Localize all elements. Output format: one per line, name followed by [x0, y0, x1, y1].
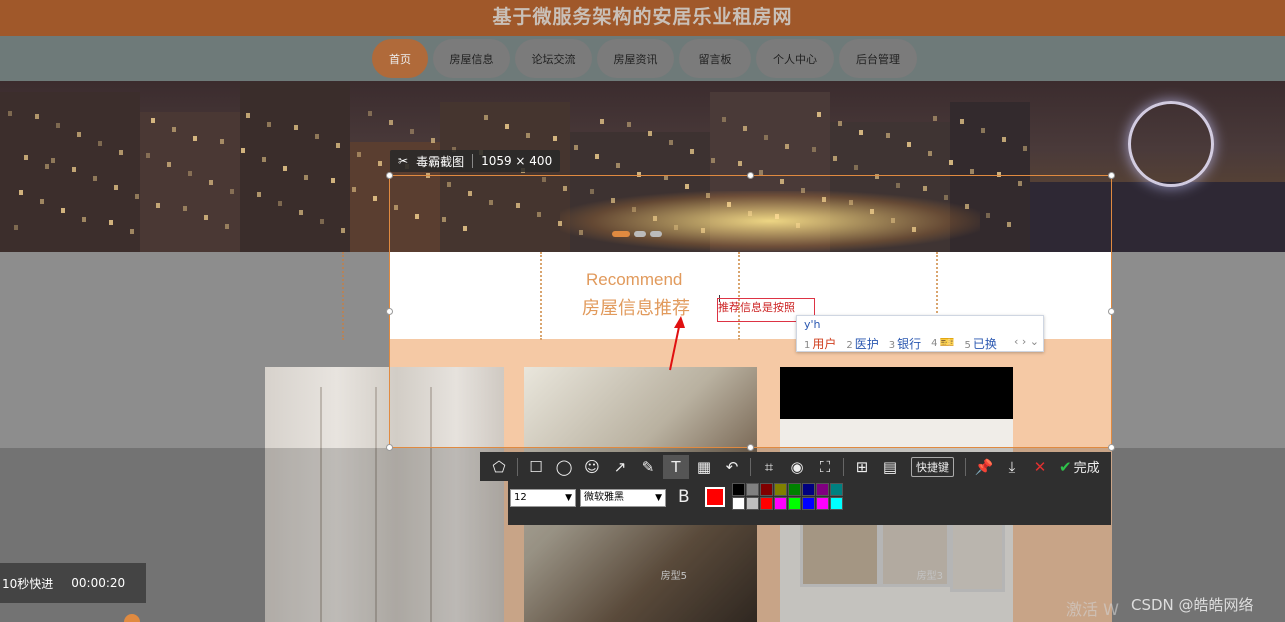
- ime-candidate[interactable]: 1 用户: [804, 335, 836, 352]
- record-icon[interactable]: ◉: [784, 455, 810, 479]
- undo-icon[interactable]: ↶: [719, 455, 745, 479]
- font-family-select[interactable]: 微软雅黑 ▼: [580, 489, 666, 507]
- resize-handle-t[interactable]: [747, 172, 754, 179]
- ime-page-controls[interactable]: ‹ › ⌄: [1014, 335, 1039, 348]
- ime-candidate[interactable]: 3 银行: [889, 335, 921, 352]
- ime-candidate[interactable]: 5 已换: [965, 335, 997, 352]
- rectangle-icon[interactable]: ☐: [523, 455, 549, 479]
- done-label: 完成: [1073, 461, 1100, 476]
- pin-icon[interactable]: 📌: [971, 455, 997, 479]
- color-swatch[interactable]: [760, 497, 773, 510]
- marker-icon[interactable]: ✎: [635, 455, 661, 479]
- bold-button[interactable]: B: [678, 487, 690, 507]
- color-swatch[interactable]: [816, 497, 829, 510]
- color-swatch[interactable]: [788, 483, 801, 496]
- nav-item-house-news[interactable]: 房屋资讯: [597, 39, 674, 78]
- nav-item-message-board[interactable]: 留言板: [679, 39, 751, 78]
- mosaic-icon[interactable]: ▦: [691, 455, 717, 479]
- capture-toolbar: ⬠ ☐ ◯ ☺ ↗ ✎ T ▦ ↶ ⌗ ◉ ⛶ ⊞ ▤ 快捷键 📌 ⤓ ✕ ✔ 完…: [480, 452, 1111, 481]
- resize-handle-br[interactable]: [1108, 444, 1115, 451]
- nav-item-forum[interactable]: 论坛交流: [515, 39, 592, 78]
- resize-handle-tr[interactable]: [1108, 172, 1115, 179]
- current-color-swatch[interactable]: [705, 487, 725, 507]
- capture-size: 1059 × 400: [481, 154, 553, 168]
- color-swatch[interactable]: [802, 497, 815, 510]
- csdn-watermark: CSDN @皓皓网络: [1131, 596, 1254, 614]
- color-swatch[interactable]: [774, 483, 787, 496]
- text-options-bar: 12 ▼ 微软雅黑 ▼ B: [508, 481, 1111, 525]
- resize-handle-bl[interactable]: [386, 444, 393, 451]
- fast-forward-label: 10秒快进: [2, 576, 54, 591]
- download-icon[interactable]: ⤓: [999, 455, 1025, 479]
- nav-item-admin[interactable]: 后台管理: [839, 39, 917, 78]
- resize-handle-tl[interactable]: [386, 172, 393, 179]
- resize-handle-r[interactable]: [1108, 308, 1115, 315]
- color-palette[interactable]: [732, 483, 843, 510]
- annotation-arrow[interactable]: [660, 314, 690, 374]
- color-swatch[interactable]: [830, 483, 843, 496]
- color-swatch[interactable]: [788, 497, 801, 510]
- color-swatch[interactable]: [732, 497, 745, 510]
- color-swatch[interactable]: [774, 497, 787, 510]
- scissors-icon: ✂: [398, 154, 409, 168]
- text-tool-icon[interactable]: T: [663, 454, 689, 479]
- scan-icon[interactable]: ⛶: [812, 455, 838, 479]
- resize-handle-b[interactable]: [747, 444, 754, 451]
- nav-item-home[interactable]: 首页: [372, 39, 428, 78]
- color-swatch[interactable]: [760, 483, 773, 496]
- resize-handle-l[interactable]: [386, 308, 393, 315]
- ime-candidate[interactable]: 2 医护: [846, 335, 878, 352]
- arrow-icon[interactable]: ↗: [607, 455, 633, 479]
- ime-candidate[interactable]: 4 🎫: [931, 335, 954, 352]
- fast-forward-timer[interactable]: 10秒快进 00:00:20: [0, 563, 146, 603]
- ferris-wheel: [1128, 101, 1214, 187]
- nav-item-user-center[interactable]: 个人中心: [756, 39, 834, 78]
- done-button[interactable]: ✔ 完成: [1055, 455, 1104, 479]
- ellipse-icon[interactable]: ◯: [551, 455, 577, 479]
- shortcut-button[interactable]: 快捷键: [911, 456, 954, 477]
- nav-item-house-info[interactable]: 房屋信息: [433, 39, 510, 78]
- ocr-icon[interactable]: ⌗: [756, 455, 782, 479]
- add-capture-icon[interactable]: ⊞: [849, 455, 875, 479]
- comment-icon[interactable]: ▤: [877, 455, 903, 479]
- font-size-select[interactable]: 12 ▼: [510, 489, 576, 507]
- ime-pinyin: y'h: [804, 318, 821, 331]
- color-swatch[interactable]: [746, 497, 759, 510]
- color-swatch[interactable]: [746, 483, 759, 496]
- capture-size-badge: ✂ 毒霸截图 1059 × 400: [390, 150, 561, 172]
- activate-watermark: 激活 W: [1066, 600, 1119, 619]
- capture-app-name: 毒霸截图: [416, 154, 465, 169]
- site-header: 基于微服务架构的安居乐业租房网: [0, 0, 1285, 36]
- emoji-icon[interactable]: ☺: [579, 455, 605, 479]
- shape-icon[interactable]: ⬠: [486, 455, 512, 479]
- color-swatch[interactable]: [802, 483, 815, 496]
- color-swatch[interactable]: [732, 483, 745, 496]
- color-swatch[interactable]: [816, 483, 829, 496]
- timer-time: 00:00:20: [71, 576, 126, 590]
- color-swatch[interactable]: [830, 497, 843, 510]
- main-nav: 首页 房屋信息 论坛交流 房屋资讯 留言板 个人中心 后台管理: [0, 36, 1285, 81]
- ime-candidate-window[interactable]: y'h 1 用户 2 医护 3 银行 4 🎫 5 已换 ‹ › ⌄: [796, 315, 1044, 352]
- close-icon[interactable]: ✕: [1027, 455, 1053, 479]
- site-title: 基于微服务架构的安居乐业租房网: [492, 6, 793, 28]
